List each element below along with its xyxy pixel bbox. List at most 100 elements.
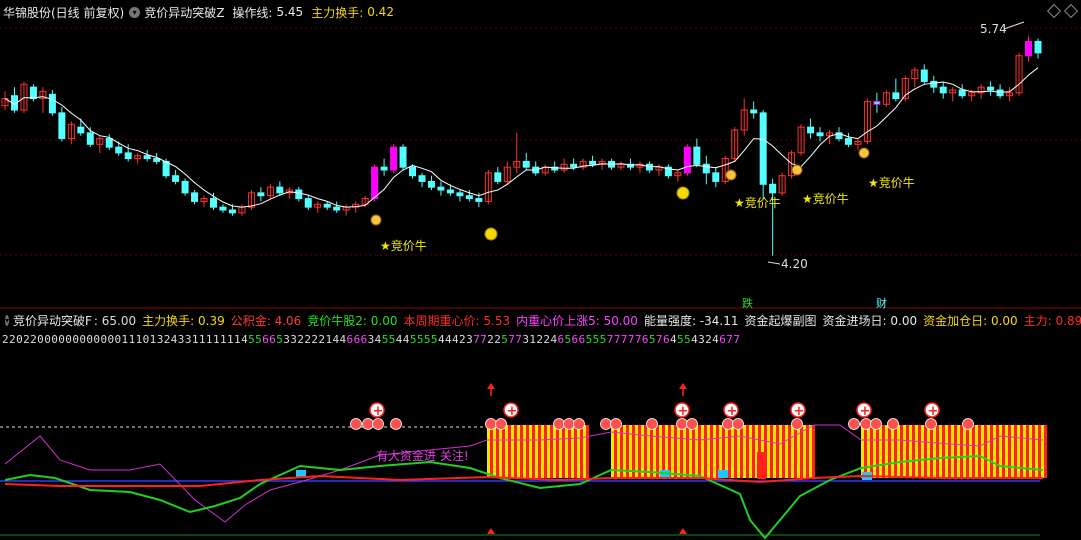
zone-stripe-red — [806, 425, 809, 478]
candle-body — [48, 93, 56, 114]
zone-stripe-red — [894, 425, 897, 478]
zone-stripe-red — [1020, 425, 1023, 478]
price-and-indicator-chart[interactable]: 5.74 4.20 ★竞价牛 ★竞价牛 ★竞价牛 ★竞价牛跌 财 + + + + + + + 有大资金进 关… — [0, 0, 1081, 540]
zone-stripe-yellow — [885, 425, 888, 478]
money-bag-icon — [370, 214, 382, 226]
zone-stripe-yellow — [571, 425, 574, 478]
signal-ball — [485, 418, 497, 430]
sub-annotation-text: 有大资金进 关注! — [376, 448, 469, 463]
candle-body — [456, 192, 464, 197]
zone-stripe-red — [704, 425, 707, 478]
zone-stripe-red — [740, 425, 743, 478]
candle-body — [295, 189, 303, 200]
signal-ball — [791, 418, 803, 430]
zone-stripe-red — [710, 425, 713, 478]
zone-stripe-red — [728, 425, 731, 478]
candle-body — [475, 198, 483, 202]
candle-body — [409, 166, 417, 177]
high-price-label: 5.74 — [980, 22, 1007, 36]
zone-stripe-yellow — [677, 425, 680, 478]
candle-body — [153, 158, 161, 162]
red-arrow-up-icon — [679, 383, 687, 389]
candle-body — [996, 89, 1004, 97]
candle-body — [172, 175, 180, 182]
zone-stripe-red — [882, 425, 885, 478]
zone-stripe-red — [520, 425, 523, 478]
candle-body — [228, 209, 236, 214]
star-signal-label: ★竞价牛 — [734, 195, 781, 210]
candle-body — [589, 160, 597, 165]
candle-body — [191, 192, 199, 202]
zone-stripe-red — [692, 425, 695, 478]
candle-body — [987, 86, 995, 91]
signal-ball — [848, 418, 860, 430]
signal-ball — [722, 418, 734, 430]
zone-stripe-yellow — [487, 425, 490, 478]
candle-body — [807, 126, 815, 134]
candle-body — [892, 92, 900, 100]
zone-stripe-yellow — [767, 425, 770, 478]
zone-stripe-red — [562, 425, 565, 478]
zone-stripe-yellow — [547, 425, 550, 478]
zone-stripe-red — [698, 425, 701, 478]
candle-body — [844, 138, 852, 145]
plus-sign: + — [373, 404, 384, 419]
zone-stripe-red — [906, 425, 909, 478]
zone-stripe-yellow — [873, 425, 876, 478]
zone-stripe-red — [508, 425, 511, 478]
candle-body — [418, 175, 426, 182]
zone-stripe-red — [870, 425, 873, 478]
signal-ball — [495, 418, 507, 430]
zone-stripe-red — [776, 425, 779, 478]
zone-stripe-yellow — [785, 425, 788, 478]
zone-stripe-red — [650, 425, 653, 478]
zone-stripe-yellow — [773, 425, 776, 478]
plus-sign: + — [507, 404, 518, 419]
red-arrow-up-icon — [487, 383, 495, 389]
zone-stripe-yellow — [535, 425, 538, 478]
candle-body — [1034, 40, 1042, 54]
signal-ball — [887, 418, 899, 430]
zone-stripe-red — [900, 425, 903, 478]
zone-stripe-yellow — [731, 425, 734, 478]
zone-stripe-red — [990, 425, 993, 478]
zone-stripe-yellow — [903, 425, 906, 478]
zone-stripe-yellow — [647, 425, 650, 478]
candle-body — [371, 166, 379, 200]
zone-stripe-yellow — [891, 425, 894, 478]
candle-body — [683, 146, 691, 174]
zone-stripe-red — [912, 425, 915, 478]
red-arrow-up-icon — [487, 528, 495, 534]
candle-body — [816, 132, 824, 137]
zone-stripe-yellow — [861, 425, 864, 478]
zone-stripe-red — [770, 425, 773, 478]
zone-stripe-yellow — [689, 425, 692, 478]
zone-stripe-yellow — [975, 425, 978, 478]
zone-stripe-yellow — [933, 425, 936, 478]
red-volume-block — [757, 452, 766, 479]
zone-stripe-red — [496, 425, 499, 478]
zone-stripe-yellow — [743, 425, 746, 478]
zone-stripe-yellow — [981, 425, 984, 478]
zone-stripe-red — [942, 425, 945, 478]
candle-body — [143, 155, 151, 160]
candle-body — [437, 186, 445, 191]
candle-body — [873, 100, 881, 105]
zone-stripe-red — [490, 425, 493, 478]
candle-body — [570, 163, 578, 168]
signal-ball — [962, 418, 974, 430]
zone-stripe-red — [544, 425, 547, 478]
candle-body — [29, 86, 37, 100]
zone-stripe-yellow — [945, 425, 948, 478]
candle-body — [1025, 40, 1033, 57]
zone-stripe-yellow — [707, 425, 710, 478]
candle-body — [750, 109, 758, 114]
zone-stripe-yellow — [671, 425, 674, 478]
plus-sign: + — [928, 404, 939, 419]
zone-stripe-red — [632, 425, 635, 478]
candle-body — [494, 172, 502, 182]
zone-stripe-red — [556, 425, 559, 478]
signal-ball — [372, 418, 384, 430]
zone-stripe-yellow — [565, 425, 568, 478]
plus-sign: + — [860, 404, 871, 419]
